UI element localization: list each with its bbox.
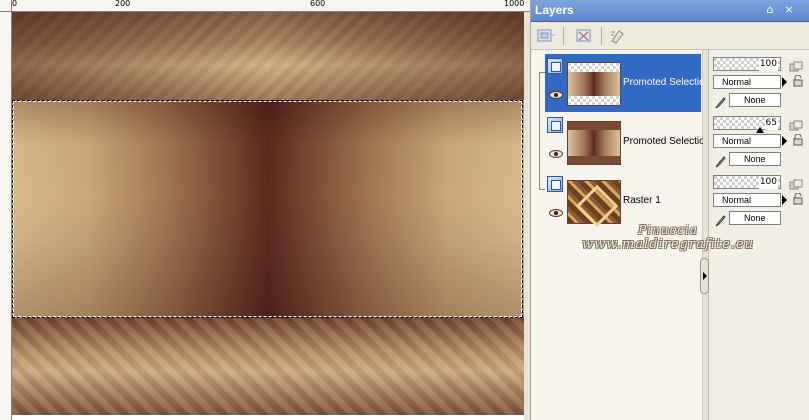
dropdown-arrow-icon[interactable] bbox=[782, 195, 787, 205]
layer-name: Raster 1 bbox=[623, 195, 661, 206]
opacity-slider[interactable]: 100 bbox=[713, 175, 781, 189]
ruler-corner bbox=[0, 0, 12, 12]
mask-value: None bbox=[744, 154, 766, 164]
opacity-value: 100 bbox=[758, 58, 778, 71]
layers-palette: Layers ⌂ × Promoted Selection Promoted S… bbox=[530, 0, 809, 420]
dropdown-arrow-icon[interactable] bbox=[782, 136, 787, 146]
toolbar-separator bbox=[601, 27, 602, 45]
lock-icon[interactable] bbox=[792, 131, 804, 146]
close-icon[interactable]: × bbox=[783, 4, 795, 16]
palette-toolbar bbox=[531, 22, 809, 50]
new-layer-icon[interactable] bbox=[535, 26, 557, 46]
brush-icon bbox=[714, 212, 726, 227]
layer-thumbnail bbox=[567, 180, 621, 224]
raster-layer-icon bbox=[547, 176, 563, 192]
mask-value: None bbox=[744, 213, 766, 223]
layer-row-promoted-selection-1[interactable]: Promoted Selection bbox=[545, 54, 710, 112]
layer-properties-icon[interactable] bbox=[607, 26, 629, 46]
opacity-marker-icon[interactable] bbox=[756, 127, 764, 133]
image-canvas[interactable] bbox=[12, 12, 524, 415]
mask-dropdown[interactable]: None bbox=[729, 152, 781, 166]
blend-mode-dropdown[interactable]: Normal bbox=[713, 193, 781, 207]
raster-layer-icon bbox=[547, 58, 563, 74]
ruler-label-600: 600 bbox=[310, 0, 326, 8]
psp-workspace: 0 200 600 1000 Layers ⌂ × Promoted Selec… bbox=[0, 0, 809, 420]
delete-layer-icon[interactable] bbox=[573, 26, 595, 46]
mask-dropdown[interactable]: None bbox=[729, 211, 781, 225]
visibility-eye-icon[interactable] bbox=[549, 209, 563, 217]
layer-list: Promoted Selection Promoted Selection Ra… bbox=[531, 50, 710, 420]
layer-name: Promoted Selection bbox=[623, 136, 711, 147]
toolbar-separator bbox=[563, 27, 564, 45]
canvas-area[interactable]: 0 200 600 1000 bbox=[0, 0, 530, 420]
link-icon[interactable] bbox=[789, 176, 803, 190]
ruler-label-200: 200 bbox=[115, 0, 131, 8]
blend-mode-value: Normal bbox=[722, 136, 752, 146]
layer-props-row-3: 100 Normal None bbox=[709, 172, 809, 228]
mask-value: None bbox=[744, 95, 766, 105]
image-top-band bbox=[12, 12, 524, 100]
dropdown-arrow-icon[interactable] bbox=[782, 77, 787, 87]
collapse-handle[interactable] bbox=[700, 258, 709, 294]
pin-icon[interactable]: ⌂ bbox=[764, 4, 776, 16]
link-icon[interactable] bbox=[789, 117, 803, 131]
raster-layer-icon bbox=[547, 117, 563, 133]
layer-thumbnail bbox=[567, 62, 621, 106]
brush-icon bbox=[714, 153, 726, 168]
opacity-slider[interactable]: 100 bbox=[713, 57, 781, 71]
layer-name: Promoted Selection bbox=[623, 77, 711, 88]
opacity-slider[interactable]: 65 bbox=[713, 116, 781, 133]
layer-props-row-1: 100 Normal None bbox=[709, 54, 809, 110]
visibility-eye-icon[interactable] bbox=[549, 91, 563, 99]
lock-icon[interactable] bbox=[792, 190, 804, 205]
blend-mode-value: Normal bbox=[722, 195, 752, 205]
layer-properties-column: 100 Normal None 65 Normal None 100 Norma… bbox=[709, 50, 809, 420]
mask-dropdown[interactable]: None bbox=[729, 93, 781, 107]
opacity-value: 65 bbox=[764, 117, 778, 130]
ruler-label-1000: 1000 bbox=[504, 0, 525, 8]
image-bottom-band bbox=[12, 318, 524, 415]
palette-titlebar[interactable]: Layers ⌂ × bbox=[531, 0, 809, 22]
selection-marquee[interactable] bbox=[12, 100, 523, 318]
ruler-left bbox=[0, 12, 12, 420]
ruler-label-0: 0 bbox=[12, 0, 18, 8]
blend-mode-dropdown[interactable]: Normal bbox=[713, 134, 781, 148]
brush-icon bbox=[714, 94, 726, 109]
ruler-top: 0 200 600 1000 bbox=[12, 0, 530, 12]
palette-title: Layers bbox=[535, 3, 574, 17]
lock-icon[interactable] bbox=[792, 72, 804, 87]
layer-thumbnail bbox=[567, 121, 621, 165]
layer-row-promoted-selection-2[interactable]: Promoted Selection bbox=[545, 113, 710, 171]
blend-mode-dropdown[interactable]: Normal bbox=[713, 75, 781, 89]
blend-mode-value: Normal bbox=[722, 77, 752, 87]
layer-row-raster-1[interactable]: Raster 1 bbox=[545, 172, 701, 230]
opacity-value: 100 bbox=[758, 176, 778, 189]
layer-props-row-2: 65 Normal None bbox=[709, 113, 809, 169]
visibility-eye-icon[interactable] bbox=[549, 150, 563, 158]
link-icon[interactable] bbox=[789, 58, 803, 72]
